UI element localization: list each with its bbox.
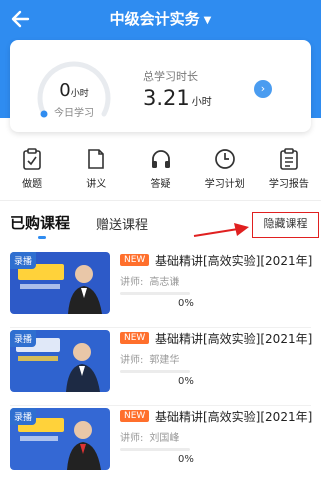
subject-selector[interactable]: 中级会计实务 ▼ — [0, 6, 321, 32]
total-study-value: 3.21 — [143, 86, 190, 110]
total-study-unit: 小时 — [191, 97, 212, 108]
feature-menu: 做题 讲义 答疑 学习计划 学习报告 — [0, 146, 321, 194]
course-title: 基础精讲[高效实验][2021年] — [155, 254, 313, 268]
progress-bar — [120, 448, 190, 451]
today-progress-ring: 0小时 今日学习 — [30, 50, 118, 138]
menu-label: 答疑 — [150, 179, 171, 190]
progress-percent: 0% — [178, 454, 194, 465]
hide-courses-button[interactable]: 隐藏课程 — [252, 212, 319, 238]
progress-bar — [120, 370, 190, 373]
annotation-arrow — [192, 222, 250, 242]
divider — [10, 405, 311, 406]
headphones-icon — [128, 146, 192, 172]
today-study-label: 今日学习 — [54, 108, 94, 119]
active-tab-indicator — [38, 236, 46, 239]
course-tabs: 已购课程 赠送课程 隐藏课程 — [0, 212, 321, 246]
divider — [10, 327, 311, 328]
new-tag: NEW — [120, 254, 150, 266]
study-stats-card: 0小时 今日学习 总学习时长 3.21 小时 › — [10, 40, 311, 132]
menu-label: 做题 — [22, 179, 43, 190]
recorded-badge: 录播 — [10, 252, 37, 269]
progress-percent: 0% — [178, 376, 194, 387]
course-thumbnail: 录播 — [10, 408, 110, 470]
course-title: 基础精讲[高效实验][2021年] — [155, 410, 313, 424]
teacher-label: 讲师: — [120, 433, 144, 444]
progress-bar — [120, 292, 190, 295]
teacher-label: 讲师: — [120, 277, 144, 288]
clock-icon — [193, 146, 257, 172]
course-thumbnail: 录播 — [10, 252, 110, 314]
teacher-name: 刘国峰 — [149, 433, 180, 444]
menu-item-handout[interactable]: 讲义 — [64, 146, 128, 194]
course-title: 基础精讲[高效实验][2021年] — [155, 332, 313, 346]
chevron-right-icon[interactable]: › — [254, 80, 272, 98]
menu-item-qa[interactable]: 答疑 — [128, 146, 192, 194]
course-item[interactable]: 录播 NEW 基础精讲[高效实验][2021年] 讲师: 郭建华 0% — [10, 330, 313, 410]
menu-item-practice[interactable]: 做题 — [0, 146, 64, 194]
recorded-badge: 录播 — [10, 408, 37, 425]
new-tag: NEW — [120, 410, 150, 422]
teacher-name: 高志谦 — [149, 277, 180, 288]
course-thumbnail: 录播 — [10, 330, 110, 392]
teacher-label: 讲师: — [120, 355, 144, 366]
today-study-unit: 小时 — [70, 89, 89, 99]
menu-item-study-plan[interactable]: 学习计划 — [193, 146, 257, 194]
tab-purchased[interactable]: 已购课程 — [10, 212, 70, 233]
menu-label: 学习报告 — [268, 179, 309, 190]
report-icon — [257, 146, 321, 172]
caret-down-icon: ▼ — [203, 15, 212, 26]
course-item[interactable]: 录播 NEW 基础精讲[高效实验][2021年] 讲师: 高志谦 0% — [10, 252, 313, 332]
total-study-label: 总学习时长 — [143, 70, 198, 83]
today-study-value: 0 — [59, 80, 71, 101]
divider — [0, 200, 321, 201]
teacher-name: 郭建华 — [149, 355, 180, 366]
progress-percent: 0% — [178, 298, 194, 309]
menu-item-study-report[interactable]: 学习报告 — [257, 146, 321, 194]
page-title: 中级会计实务 — [109, 10, 200, 28]
recorded-badge: 录播 — [10, 330, 37, 347]
new-tag: NEW — [120, 332, 150, 344]
menu-label: 学习计划 — [204, 179, 245, 190]
course-item[interactable]: 录播 NEW 基础精讲[高效实验][2021年] 讲师: 刘国峰 0% — [10, 408, 313, 477]
menu-label: 讲义 — [86, 179, 107, 190]
tab-gifted[interactable]: 赠送课程 — [96, 214, 148, 233]
document-icon — [64, 146, 128, 172]
clipboard-icon — [0, 146, 64, 172]
